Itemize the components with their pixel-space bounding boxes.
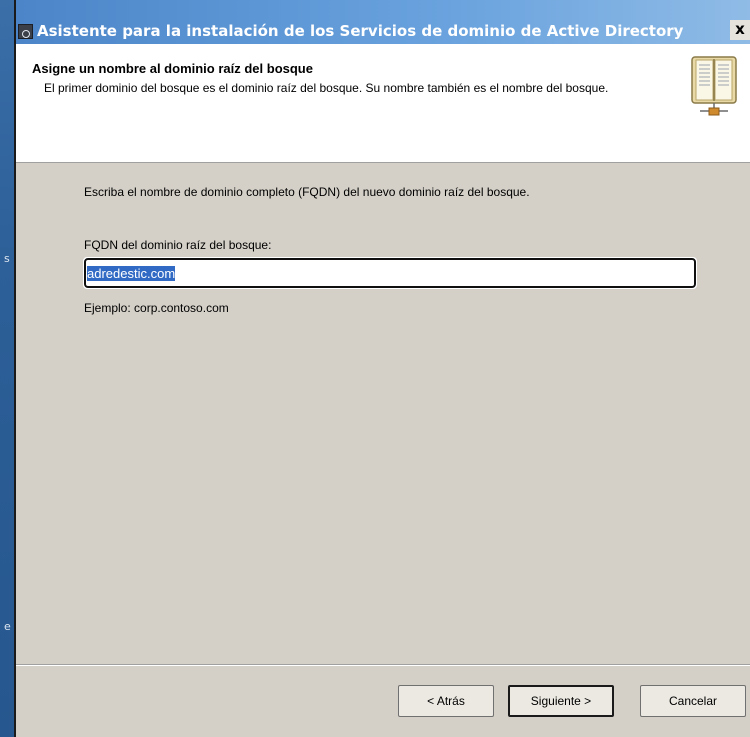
next-button[interactable]: Siguiente > [508, 685, 614, 717]
cancel-button[interactable]: Cancelar [640, 685, 746, 717]
footer-separator [16, 664, 750, 666]
close-button[interactable]: x [730, 20, 750, 40]
wizard-window: Asistente para la instalación de los Ser… [14, 0, 750, 737]
example-text: Ejemplo: corp.contoso.com [84, 301, 229, 315]
intro-text: Escriba el nombre de dominio completo (F… [84, 185, 530, 199]
wizard-app-icon [18, 24, 33, 39]
fqdn-label: FQDN del dominio raíz del bosque: [84, 238, 272, 252]
directory-book-icon [691, 56, 737, 116]
desktop-glyph: e [4, 620, 11, 633]
back-button[interactable]: < Atrás [398, 685, 494, 717]
fqdn-input[interactable] [83, 257, 697, 289]
desktop-background: s e [0, 0, 14, 737]
desktop-glyph: s [4, 252, 10, 265]
page-title: Asigne un nombre al dominio raíz del bos… [32, 61, 313, 76]
page-description: El primer dominio del bosque es el domin… [44, 81, 609, 95]
window-title: Asistente para la instalación de los Ser… [37, 22, 684, 40]
wizard-header: Asigne un nombre al dominio raíz del bos… [16, 44, 750, 163]
title-bar[interactable]: Asistente para la instalación de los Ser… [16, 0, 750, 44]
